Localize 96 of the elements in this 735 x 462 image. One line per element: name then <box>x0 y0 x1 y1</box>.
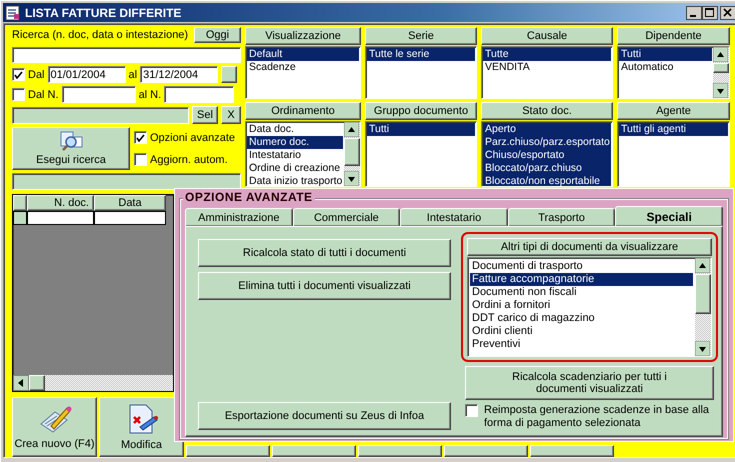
toolbar-button[interactable] <box>358 445 442 457</box>
from-label: Dal N. <box>28 88 59 101</box>
list-item[interactable]: Fatture accompagnatorie <box>470 273 693 286</box>
date-field[interactable]: 31/12/2004 <box>140 66 218 84</box>
list-item[interactable]: Parz.chiuso/parz.esportato <box>483 136 611 149</box>
list-item[interactable]: Ordine di creazione <box>247 162 343 175</box>
list-item[interactable]: DDT carico di magazzino <box>470 312 693 325</box>
scroll-thumb[interactable] <box>29 375 45 391</box>
list-header: Ordinamento <box>245 102 361 120</box>
list-item[interactable]: Tutte <box>483 48 611 61</box>
checkbox[interactable] <box>12 88 25 102</box>
select-button[interactable]: Sel <box>192 106 218 124</box>
list-header: Dipendente <box>617 27 730 45</box>
list-header: Agente <box>617 102 730 120</box>
list-item[interactable]: Numero doc. <box>247 136 343 149</box>
calendar-button[interactable] <box>221 66 238 84</box>
search-button[interactable]: Esegui ricerca <box>12 127 130 170</box>
tab[interactable]: Trasporto <box>508 208 616 226</box>
action-button[interactable]: Elimina tutti i documenti visualizzati <box>198 272 451 300</box>
close-icon[interactable] <box>720 6 735 20</box>
number-field[interactable] <box>164 86 234 104</box>
list-header: Gruppo documento <box>365 102 477 120</box>
checkbox-label: Aggiorn. autom. <box>150 154 228 166</box>
window-title: LISTA FATTURE DIFFERITE <box>25 6 182 20</box>
list-item[interactable]: Tutti gli agenti <box>619 123 728 136</box>
list-header: Visualizzazione <box>245 27 361 45</box>
list-header: Stato doc. <box>481 102 613 120</box>
checkbox[interactable] <box>465 404 478 417</box>
list-item[interactable]: Tutti <box>367 123 475 136</box>
toolbar-button[interactable] <box>272 445 356 457</box>
scroll-thumb[interactable] <box>713 63 729 73</box>
scrollbar[interactable] <box>695 258 711 356</box>
list-item[interactable]: Automatico <box>619 61 712 74</box>
clear-button[interactable]: X <box>221 106 241 124</box>
horizontal-scrollbar[interactable] <box>13 375 173 391</box>
column-header[interactable]: N. doc. <box>27 195 94 211</box>
search-field[interactable] <box>12 46 241 64</box>
list-item[interactable]: Bloccato/parz.chiuso <box>483 162 611 175</box>
list-item[interactable]: Tutti <box>619 48 712 61</box>
row-header <box>13 195 27 211</box>
from-label: Dal <box>28 68 45 81</box>
tab[interactable]: Speciali <box>615 206 723 226</box>
to-label: al <box>128 68 138 81</box>
checkbox-label: Reimposta generazione scadenze in base alla forma di pagamento selezionata <box>484 404 710 430</box>
tab[interactable]: Amministrazione <box>185 208 293 226</box>
selection-field[interactable] <box>12 106 189 124</box>
list-item[interactable]: Preventivi <box>470 338 693 351</box>
table-cell <box>94 211 166 225</box>
today-button[interactable]: Oggi <box>194 27 241 44</box>
check-icon <box>14 70 23 79</box>
list-item[interactable]: Ordini clienti <box>470 325 693 338</box>
recalculate-button[interactable]: Ricalcola scadenziario per tutti i documenti visualizzati <box>465 366 714 400</box>
panel-title: OPZIONE AVANZATE <box>183 190 315 204</box>
list-item[interactable]: Documenti non fiscali <box>470 286 693 299</box>
tab[interactable]: Intestatario <box>400 208 508 226</box>
toolbar-button[interactable] <box>444 445 528 457</box>
list-header: Altri tipi di documenti da visualizzare <box>467 238 712 256</box>
list-item[interactable]: Bloccato/non esportabile <box>483 175 611 186</box>
minimize-icon[interactable] <box>686 6 702 20</box>
list-item[interactable]: Intestatario <box>247 149 343 162</box>
magnifier-icon <box>59 131 83 152</box>
date-field[interactable]: 01/01/2004 <box>48 66 126 84</box>
check-icon <box>136 134 145 142</box>
action-button[interactable]: Ricalcola stato di tutti i documenti <box>198 239 451 267</box>
list-item[interactable]: Chiuso/esportato <box>483 149 611 162</box>
table-cell <box>27 211 94 225</box>
list-item[interactable]: Data doc. <box>247 123 343 136</box>
list-item[interactable]: Ordini a fornitori <box>470 299 693 312</box>
checkbox-label: Opzioni avanzate <box>150 132 235 144</box>
checkbox[interactable] <box>134 131 147 144</box>
list-item[interactable]: VENDITA <box>483 61 611 74</box>
list-item[interactable]: Data inizio trasporto <box>247 175 343 186</box>
maximize-icon[interactable] <box>702 6 718 20</box>
toolbar-button[interactable] <box>186 445 270 457</box>
tab[interactable]: Commerciale <box>292 208 400 226</box>
scrollbar[interactable] <box>344 122 360 186</box>
checkbox[interactable] <box>134 153 147 166</box>
toolbar-button[interactable] <box>530 445 614 457</box>
new-button[interactable]: Crea nuovo (F4) <box>12 397 97 457</box>
document-icon <box>5 4 21 20</box>
list-item[interactable]: Tutte le serie <box>367 48 475 61</box>
list-item[interactable]: Documenti di trasporto <box>470 260 693 273</box>
list-header: Serie <box>365 27 477 45</box>
to-label: al N. <box>138 88 162 101</box>
checkbox[interactable] <box>12 68 25 82</box>
scrollbar[interactable] <box>713 47 729 98</box>
edit-button[interactable]: Modifica <box>99 397 184 457</box>
list-item[interactable]: Aperto <box>483 123 611 136</box>
list-header: Causale <box>481 27 613 45</box>
search-label: Ricerca (n. doc, data o intestazione) <box>12 29 188 42</box>
list-item[interactable]: Default <box>247 48 359 61</box>
list-item[interactable]: Scadenze <box>247 61 359 74</box>
number-field[interactable] <box>62 86 136 104</box>
column-header[interactable]: Data <box>94 195 166 211</box>
export-button[interactable]: Esportazione documenti su Zeus di Infoa <box>198 402 451 430</box>
scroll-thumb[interactable] <box>344 138 360 166</box>
